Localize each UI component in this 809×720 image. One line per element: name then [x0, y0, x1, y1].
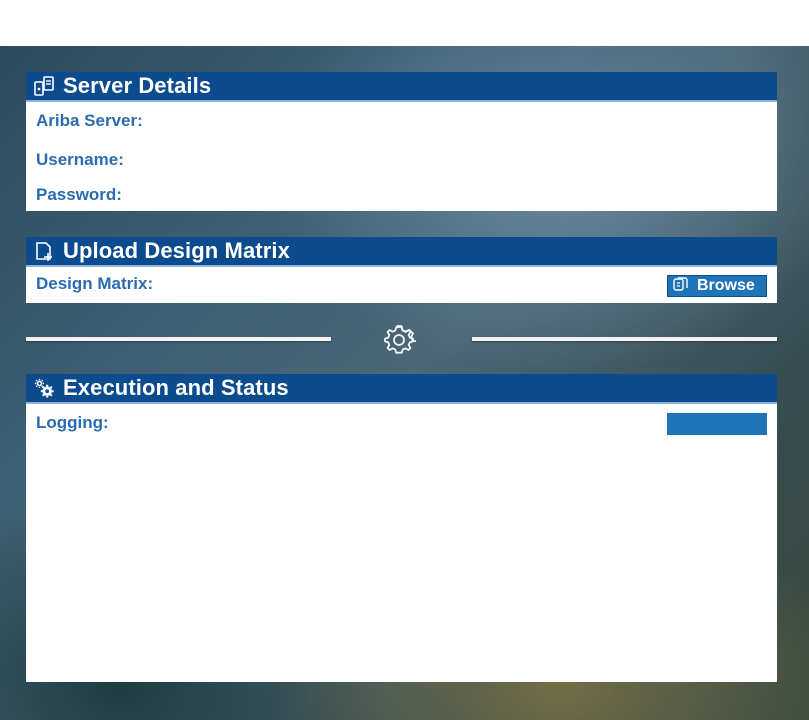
- browse-button[interactable]: Browse: [667, 275, 767, 297]
- password-label: Password:: [36, 185, 122, 204]
- username-label: Username:: [36, 150, 124, 169]
- gears-icon: [33, 377, 55, 399]
- execution-status-panel: Logging:: [26, 404, 777, 682]
- browse-label: Browse: [697, 277, 755, 294]
- logging-progress-bar: [667, 413, 767, 435]
- top-bar: [0, 0, 809, 46]
- ariba-server-label: Ariba Server:: [36, 111, 143, 130]
- server-details-title: Server Details: [63, 73, 212, 98]
- file-add-icon: [33, 240, 55, 262]
- gear-icon: [382, 323, 418, 357]
- app-page: Server Details Ariba Server: Username: P…: [0, 0, 809, 720]
- server-details-header: Server Details: [26, 72, 777, 102]
- browse-icon: [672, 276, 690, 297]
- upload-design-matrix-title: Upload Design Matrix: [63, 238, 290, 263]
- separator-left: [26, 337, 331, 341]
- server-icon: [33, 75, 55, 97]
- design-matrix-label: Design Matrix:: [36, 274, 154, 293]
- execution-status-title: Execution and Status: [63, 375, 289, 400]
- upload-design-matrix-panel: Design Matrix: Browse: [26, 267, 777, 303]
- execution-status-header: Execution and Status: [26, 374, 777, 404]
- upload-design-matrix-header: Upload Design Matrix: [26, 237, 777, 267]
- separator-right: [472, 337, 777, 341]
- logging-label: Logging:: [36, 413, 109, 432]
- server-details-panel: Ariba Server: Username: Password:: [26, 102, 777, 211]
